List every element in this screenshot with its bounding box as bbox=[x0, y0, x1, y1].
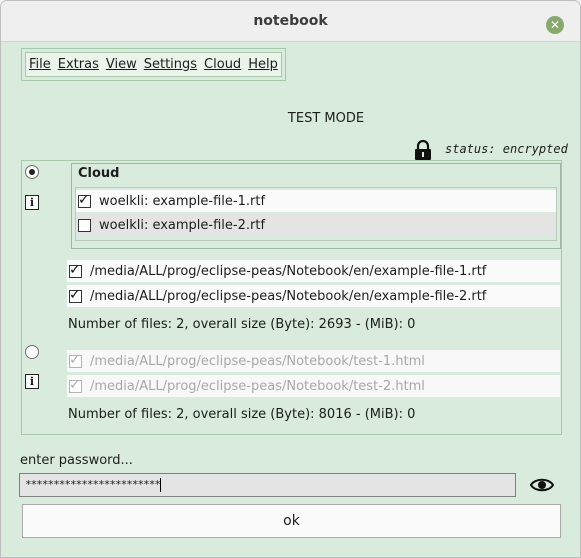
list-item[interactable]: ✓ /media/ALL/prog/eclipse-peas/Notebook/… bbox=[67, 260, 560, 282]
list-item[interactable]: ✓ /media/ALL/prog/eclipse-peas/Notebook/… bbox=[67, 285, 560, 307]
list-item: ✓ /media/ALL/prog/eclipse-peas/Notebook/… bbox=[67, 375, 560, 397]
ok-button[interactable]: ok bbox=[22, 504, 561, 538]
info-icon[interactable]: i bbox=[25, 374, 39, 389]
local-file-2-checkbox[interactable]: ✓ bbox=[69, 287, 82, 303]
menu-bar: File Extras View Settings Cloud Help bbox=[21, 48, 286, 81]
password-field[interactable]: ************************ bbox=[19, 473, 516, 497]
html-file-1-checkbox: ✓ bbox=[69, 352, 82, 368]
menu-file[interactable]: File bbox=[29, 57, 51, 72]
cloud-file-label: woelkli: example-file-1.rtf bbox=[99, 193, 266, 209]
menu-view[interactable]: View bbox=[106, 57, 137, 72]
html-file-2-checkbox: ✓ bbox=[69, 377, 82, 393]
check-icon: ✓ bbox=[78, 191, 90, 208]
text-caret bbox=[159, 478, 161, 492]
cloud-section-title: Cloud bbox=[78, 166, 120, 181]
status-text: status: encrypted bbox=[445, 142, 568, 156]
check-icon: ✓ bbox=[69, 286, 81, 303]
radio-cloud-source[interactable] bbox=[25, 165, 39, 179]
cloud-file-label: woelkli: example-file-2.rtf bbox=[99, 217, 266, 233]
cloud-file-2-checkbox[interactable] bbox=[78, 218, 91, 232]
menu-cloud[interactable]: Cloud bbox=[204, 57, 241, 72]
password-label: enter password... bbox=[20, 453, 133, 468]
info-icon[interactable]: i bbox=[25, 195, 39, 210]
menu-extras[interactable]: Extras bbox=[58, 57, 99, 72]
window-title: notebook bbox=[253, 13, 328, 29]
list-item: ✓ /media/ALL/prog/eclipse-peas/Notebook/… bbox=[67, 350, 560, 372]
menu-settings[interactable]: Settings bbox=[144, 57, 197, 72]
menu-help[interactable]: Help bbox=[248, 57, 278, 72]
local-file-1-checkbox[interactable]: ✓ bbox=[69, 262, 82, 278]
check-icon: ✓ bbox=[69, 261, 81, 278]
local-file-label: /media/ALL/prog/eclipse-peas/Notebook/en… bbox=[90, 263, 487, 279]
mode-label: TEST MODE bbox=[287, 111, 365, 126]
app-window: notebook ✕ File Extras View Settings Clo… bbox=[0, 0, 581, 558]
title-bar: notebook ✕ bbox=[1, 1, 580, 42]
html-file-label: /media/ALL/prog/eclipse-peas/Notebook/te… bbox=[90, 378, 425, 394]
local-files-summary: Number of files: 2, overall size (Byte):… bbox=[68, 317, 416, 332]
radio-html-source[interactable] bbox=[25, 345, 39, 359]
radio-selected-dot bbox=[29, 169, 35, 175]
password-value: ************************ bbox=[25, 478, 161, 491]
close-icon[interactable]: ✕ bbox=[546, 16, 564, 34]
cloud-file-1-checkbox[interactable]: ✓ bbox=[78, 192, 91, 208]
html-files-summary: Number of files: 2, overall size (Byte):… bbox=[68, 407, 416, 422]
html-file-label: /media/ALL/prog/eclipse-peas/Notebook/te… bbox=[90, 353, 425, 369]
local-file-label: /media/ALL/prog/eclipse-peas/Notebook/en… bbox=[90, 288, 487, 304]
check-icon: ✓ bbox=[69, 376, 81, 393]
check-icon: ✓ bbox=[69, 351, 81, 368]
list-item[interactable]: ✓ woelkli: example-file-1.rtf bbox=[76, 190, 556, 212]
list-item[interactable]: woelkli: example-file-2.rtf bbox=[76, 214, 556, 236]
eye-icon[interactable] bbox=[529, 476, 555, 498]
